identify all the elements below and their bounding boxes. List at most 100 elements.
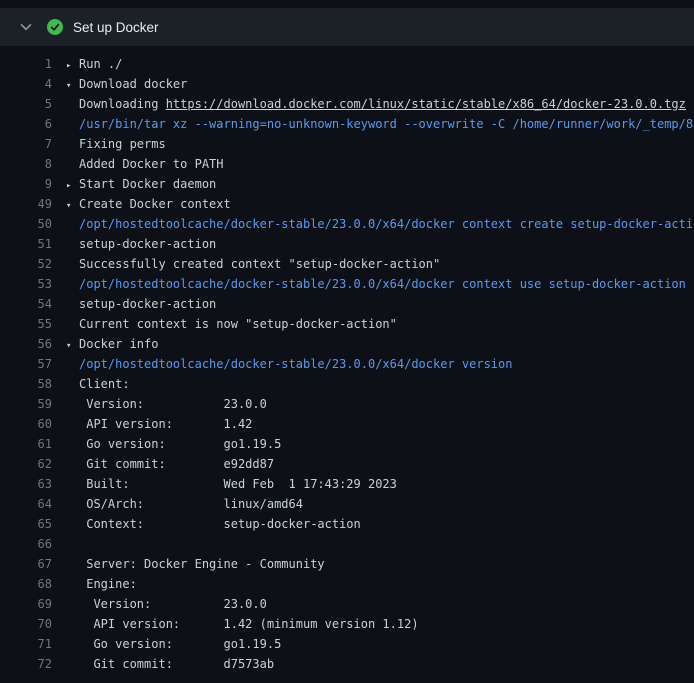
group-collapsed-icon[interactable]: ▸: [66, 56, 79, 74]
line-number[interactable]: 52: [0, 254, 52, 274]
line-number[interactable]: 72: [0, 654, 52, 674]
step-header[interactable]: Set up Docker: [0, 8, 694, 46]
log-text: Fixing perms: [66, 134, 166, 154]
log-text: Server: Docker Engine - Community: [66, 554, 325, 574]
log-text: API version: 1.42: [66, 414, 252, 434]
line-number[interactable]: 50: [0, 214, 52, 234]
line-number[interactable]: 59: [0, 394, 52, 414]
group-expanded-icon[interactable]: ▾: [66, 76, 79, 94]
line-number[interactable]: 9: [0, 174, 52, 194]
check-circle-icon: [47, 19, 63, 35]
log-text: setup-docker-action: [66, 234, 216, 254]
log-line: 62 Git commit: e92dd87: [0, 454, 694, 474]
log-text: Go version: go1.19.5: [66, 434, 281, 454]
log-text: [66, 534, 79, 554]
line-number[interactable]: 5: [0, 94, 52, 114]
line-number[interactable]: 68: [0, 574, 52, 594]
line-number[interactable]: 8: [0, 154, 52, 174]
log-line: 5 Downloading https://download.docker.com…: [0, 94, 694, 114]
line-number[interactable]: 64: [0, 494, 52, 514]
log-line: 53/opt/hostedtoolcache/docker-stable/23.…: [0, 274, 694, 294]
line-number[interactable]: 58: [0, 374, 52, 394]
log-text: API version: 1.42 (minimum version 1.12): [66, 614, 419, 634]
log-line: 60 API version: 1.42: [0, 414, 694, 434]
line-number[interactable]: 69: [0, 594, 52, 614]
log-line: 61 Go version: go1.19.5: [0, 434, 694, 454]
log-text: Git commit: d7573ab: [66, 654, 274, 674]
log-command-text: /opt/hostedtoolcache/docker-stable/23.0.…: [66, 214, 694, 234]
log-command-text: /opt/hostedtoolcache/docker-stable/23.0.…: [66, 354, 512, 374]
line-number[interactable]: 71: [0, 634, 52, 654]
log-text: Version: 23.0.0: [66, 394, 267, 414]
log-text: Git commit: e92dd87: [66, 454, 274, 474]
log: 1▸Run ./4▾Download docker5Downloading ht…: [0, 46, 694, 674]
group-collapsed-icon[interactable]: ▸: [66, 176, 79, 194]
line-number[interactable]: 54: [0, 294, 52, 314]
log-text: setup-docker-action: [66, 294, 216, 314]
log-group-line[interactable]: 49 ▾Create Docker context: [0, 194, 694, 214]
log-line: 7 Fixing perms: [0, 134, 694, 154]
log-text: Built: Wed Feb 1 17:43:29 2023: [66, 474, 397, 494]
log-line: 66: [0, 534, 694, 554]
log-line: 59 Version: 23.0.0: [0, 394, 694, 414]
line-number[interactable]: 6: [0, 114, 52, 134]
line-number[interactable]: 57: [0, 354, 52, 374]
log-group-line[interactable]: 56▾Docker info: [0, 334, 694, 354]
log-text: Added Docker to PATH: [66, 154, 224, 174]
log-group-line[interactable]: 4 ▾Download docker: [0, 74, 694, 94]
group-expanded-icon[interactable]: ▾: [66, 336, 79, 354]
line-number[interactable]: 61: [0, 434, 52, 454]
group-title: Download docker: [79, 77, 187, 91]
log-text: Engine:: [66, 574, 137, 594]
log-line: 71 Go version: go1.19.5: [0, 634, 694, 654]
group-title: Start Docker daemon: [79, 177, 216, 191]
line-number[interactable]: 7: [0, 134, 52, 154]
log-text: Version: 23.0.0: [66, 594, 267, 614]
log-group-line[interactable]: 9 ▸Start Docker daemon: [0, 174, 694, 194]
log-group-line[interactable]: 1 ▸Run ./: [0, 54, 694, 74]
chevron-down-icon[interactable]: [18, 19, 34, 35]
line-number[interactable]: 55: [0, 314, 52, 334]
log-line: 70 API version: 1.42 (minimum version 1.…: [0, 614, 694, 634]
line-number[interactable]: 62: [0, 454, 52, 474]
line-number[interactable]: 65: [0, 514, 52, 534]
log-viewer: Set up Docker 1▸Run ./4▾Download docker5…: [0, 0, 694, 683]
log-line: 72 Git commit: d7573ab: [0, 654, 694, 674]
line-number[interactable]: 1: [0, 54, 52, 74]
log-text: Go version: go1.19.5: [66, 634, 281, 654]
group-title: Run ./: [79, 57, 122, 71]
log-command-text: /opt/hostedtoolcache/docker-stable/23.0.…: [66, 274, 686, 294]
group-expanded-icon[interactable]: ▾: [66, 196, 79, 214]
log-text: Downloading: [79, 97, 166, 111]
log-line: 58 Client:: [0, 374, 694, 394]
line-number[interactable]: 63: [0, 474, 52, 494]
log-line: 50/opt/hostedtoolcache/docker-stable/23.…: [0, 214, 694, 234]
log-line: 54 setup-docker-action: [0, 294, 694, 314]
log-line: 55 Current context is now "setup-docker-a…: [0, 314, 694, 334]
line-number[interactable]: 67: [0, 554, 52, 574]
line-number[interactable]: 60: [0, 414, 52, 434]
line-number[interactable]: 51: [0, 234, 52, 254]
log-command-text: /usr/bin/tar xz --warning=no-unknown-key…: [66, 114, 694, 134]
step-title: Set up Docker: [73, 20, 159, 35]
line-number[interactable]: 56: [0, 334, 52, 354]
log-line: 69 Version: 23.0.0: [0, 594, 694, 614]
log-line: 52 Successfully created context "setup-do…: [0, 254, 694, 274]
group-title: Create Docker context: [79, 197, 231, 211]
line-number[interactable]: 53: [0, 274, 52, 294]
log-text: OS/Arch: linux/amd64: [66, 494, 303, 514]
log-line: 65 Context: setup-docker-action: [0, 514, 694, 534]
log-text: Client:: [66, 374, 130, 394]
line-number[interactable]: 66: [0, 534, 52, 554]
log-text: Successfully created context "setup-dock…: [66, 254, 440, 274]
log-line: 68 Engine:: [0, 574, 694, 594]
download-url-link[interactable]: https://download.docker.com/linux/static…: [166, 97, 686, 111]
log-line: 64 OS/Arch: linux/amd64: [0, 494, 694, 514]
line-number[interactable]: 70: [0, 614, 52, 634]
line-number[interactable]: 4: [0, 74, 52, 94]
log-text: Current context is now "setup-docker-act…: [66, 314, 397, 334]
log-line: 6/usr/bin/tar xz --warning=no-unknown-ke…: [0, 114, 694, 134]
line-number[interactable]: 49: [0, 194, 52, 214]
log-line: 57/opt/hostedtoolcache/docker-stable/23.…: [0, 354, 694, 374]
log-line: 8 Added Docker to PATH: [0, 154, 694, 174]
